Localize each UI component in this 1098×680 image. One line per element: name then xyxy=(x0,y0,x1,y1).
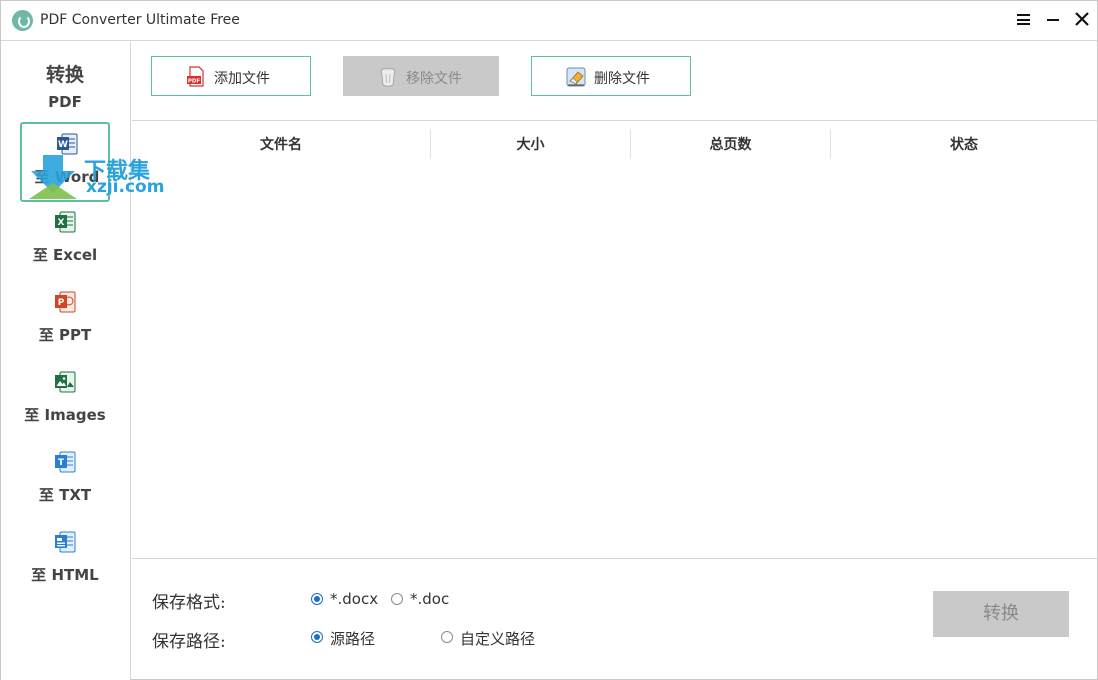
sidebar-subheading: PDF xyxy=(48,93,82,111)
svg-text:X: X xyxy=(58,218,65,228)
svg-text:P: P xyxy=(58,298,65,308)
title-bar: PDF Converter Ultimate Free xyxy=(1,1,1097,41)
column-header-status[interactable]: 状态 xyxy=(831,134,1097,154)
add-file-button[interactable]: PDF 添加文件 xyxy=(151,56,311,96)
file-list[interactable] xyxy=(132,166,1098,558)
path-custom-label: 自定义路径 xyxy=(460,630,536,648)
sidebar-item-excel[interactable]: X 至 Excel xyxy=(20,202,110,282)
radio-checked-icon xyxy=(311,631,323,643)
sidebar-item-label: 至 HTML xyxy=(31,566,99,584)
txt-icon: T xyxy=(55,451,76,473)
html-icon xyxy=(55,531,76,553)
hamburger-icon xyxy=(1017,14,1030,25)
convert-button[interactable]: 转换 xyxy=(933,591,1069,637)
table-top-border xyxy=(132,120,1098,121)
sidebar-item-label: 至 PPT xyxy=(38,326,92,344)
remove-file-label: 移除文件 xyxy=(406,71,462,87)
svg-text:T: T xyxy=(58,458,65,468)
sidebar-item-html[interactable]: 至 HTML xyxy=(20,522,110,602)
format-docx-label: *.docx xyxy=(330,590,379,608)
excel-icon: X xyxy=(55,211,76,233)
column-header-pages[interactable]: 总页数 xyxy=(631,134,830,154)
add-file-label: 添加文件 xyxy=(214,71,270,87)
image-icon xyxy=(55,371,76,393)
sidebar-item-label: 至 TXT xyxy=(38,486,92,504)
menu-button[interactable] xyxy=(1010,7,1036,33)
options-divider xyxy=(132,558,1098,559)
save-path-label: 保存路径: xyxy=(152,632,226,652)
pdf-file-icon: PDF xyxy=(187,66,204,87)
app-title: PDF Converter Ultimate Free xyxy=(40,12,240,28)
close-button[interactable] xyxy=(1069,7,1095,33)
delete-file-button[interactable]: 删除文件 xyxy=(531,56,691,96)
remove-file-button[interactable]: 移除文件 xyxy=(343,56,499,96)
svg-text:W: W xyxy=(58,140,68,150)
trash-icon xyxy=(380,68,396,87)
eraser-icon xyxy=(566,67,586,87)
column-header-filename[interactable]: 文件名 xyxy=(132,134,430,154)
app-window: PDF Converter Ultimate Free 转换 PDF W 至 W… xyxy=(0,0,1098,680)
sidebar-heading: 转换 xyxy=(45,64,84,86)
sidebar-item-ppt[interactable]: P 至 PPT xyxy=(20,282,110,362)
close-icon xyxy=(1075,12,1089,26)
delete-file-label: 删除文件 xyxy=(594,71,650,87)
format-doc-label: *.doc xyxy=(410,590,450,608)
column-header-size[interactable]: 大小 xyxy=(431,134,630,154)
path-source-label: 源路径 xyxy=(330,630,376,648)
minimize-button[interactable] xyxy=(1040,7,1066,33)
word-icon: W xyxy=(57,133,78,155)
sidebar-item-label: 至 Excel xyxy=(32,246,98,264)
sidebar-item-txt[interactable]: T 至 TXT xyxy=(20,442,110,522)
sidebar-item-word[interactable]: W 至 Word xyxy=(20,122,110,202)
sidebar-item-label: 至 Word xyxy=(34,168,100,186)
app-logo-icon xyxy=(12,10,33,31)
sidebar-item-label: 至 Images xyxy=(24,406,106,424)
radio-unchecked-icon xyxy=(441,631,453,643)
minimize-icon xyxy=(1047,19,1059,21)
radio-checked-icon xyxy=(311,593,323,605)
radio-unchecked-icon xyxy=(391,593,403,605)
ppt-icon: P xyxy=(55,291,76,313)
svg-text:PDF: PDF xyxy=(188,79,201,85)
save-format-label: 保存格式: xyxy=(152,593,226,613)
sidebar-item-images[interactable]: 至 Images xyxy=(20,362,110,442)
sidebar: 转换 PDF W 至 Word X 至 Excel P 至 PPT 至 Imag… xyxy=(1,42,131,680)
